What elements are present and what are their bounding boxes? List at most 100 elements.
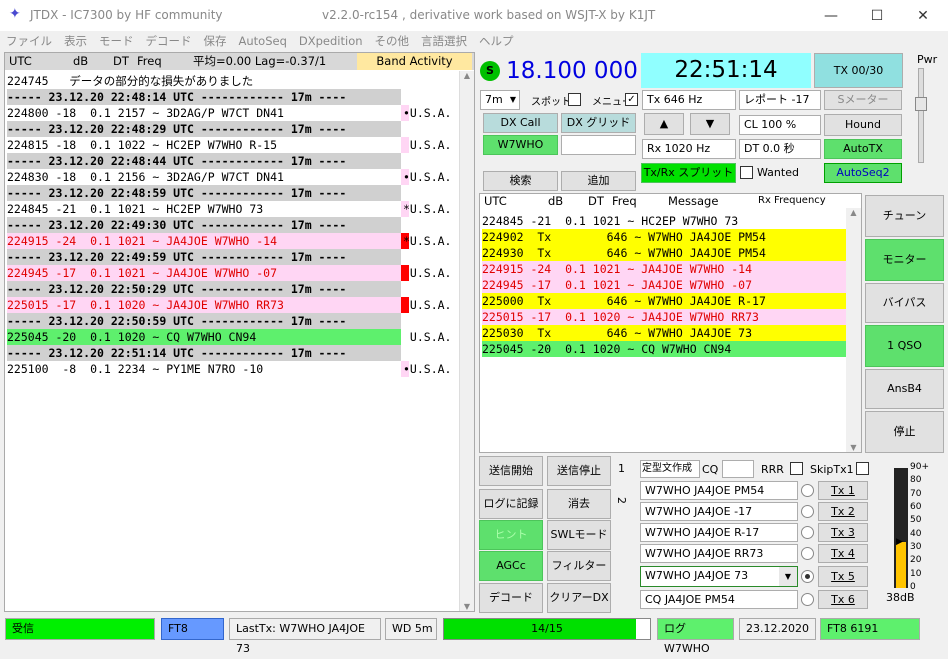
one-qso-button[interactable]: 1 QSO (865, 325, 944, 367)
decode-row[interactable]: 224830 -18 0.1 2156 ~ 3D2AG/P W7CT DN41 •… (7, 169, 459, 185)
menu-mode[interactable]: モード (93, 31, 140, 49)
split-button[interactable]: Tx/Rx スプリット (641, 163, 736, 183)
dxgrid-field[interactable] (561, 135, 636, 155)
clear-dx-button[interactable]: クリアーDX (547, 583, 611, 613)
tx4-button[interactable]: Tx 4 (818, 544, 868, 563)
tx6-radio[interactable] (801, 593, 814, 606)
dt-spinbox[interactable]: DT 0.0 秒 (739, 139, 821, 159)
tx5-button[interactable]: Tx 5 (818, 566, 868, 587)
tx4-message[interactable]: W7WHO JA4JOE RR73 (640, 544, 798, 563)
decode-row[interactable]: 224845 -21 0.1 1021 ~ HC2EP W7WHO 73 *U.S… (7, 201, 459, 217)
erase-button[interactable]: 消去 (547, 489, 611, 519)
power-slider[interactable] (915, 68, 927, 163)
tx1-button[interactable]: Tx 1 (818, 481, 868, 500)
tx1-radio[interactable] (801, 484, 814, 497)
scroll-down-icon[interactable]: ▼ (846, 443, 861, 452)
cl-spinbox[interactable]: CL 100 % (739, 115, 821, 135)
menu-other[interactable]: その他 (369, 31, 416, 49)
tx6-message[interactable]: CQ JA4JOE PM54 (640, 590, 798, 609)
decode-button[interactable]: デコード (479, 583, 543, 613)
decode-row[interactable]: 224915 -24 0.1 1021 ~ JA4JOE W7WHO -14 *U… (7, 233, 451, 249)
rx-row[interactable]: 224902 Tx 646 ~ W7WHO JA4JOE PM54 (482, 229, 846, 245)
tx-period-button[interactable]: TX 00/30 (814, 53, 903, 88)
decode-row[interactable]: 225045 -20 0.1 1020 ~ CQ W7WHO CN94 U.S.… (7, 329, 451, 345)
chevron-down-icon[interactable]: ▼ (779, 567, 797, 586)
menu-decode[interactable]: デコード (140, 31, 198, 49)
tx2-button[interactable]: Tx 2 (818, 502, 868, 521)
rx-row[interactable]: 225015 -17 0.1 1020 ~ JA4JOE W7WHO RR73 (482, 309, 846, 325)
bypass-button[interactable]: バイパス (865, 283, 944, 323)
ansb4-button[interactable]: AnsB4 (865, 369, 944, 409)
tx-tab-1[interactable]: 1 (618, 462, 625, 475)
monitor-button[interactable]: モニター (865, 239, 944, 281)
menu-checkbox[interactable]: ✓ (625, 93, 638, 106)
decode-row[interactable]: 225015 -17 0.1 1020 ~ JA4JOE W7WHO RR73 … (7, 297, 451, 313)
tx2-message[interactable]: W7WHO JA4JOE -17 (640, 502, 798, 521)
halt-tx-button[interactable]: 送信停止 (547, 456, 611, 486)
smeter-button[interactable]: Sメーター (824, 90, 902, 110)
tx-tab-2[interactable]: 2 (615, 497, 628, 504)
autotx-button[interactable]: AutoTX (824, 139, 902, 159)
band-select[interactable]: 7m ▼ (480, 90, 520, 110)
maximize-button[interactable]: ☐ (854, 4, 900, 28)
menu-file[interactable]: ファイル (0, 31, 58, 49)
dxcall-field[interactable]: W7WHO (483, 135, 558, 155)
rx-message-list[interactable]: 224845 -21 0.1 1021 ~ HC2EP W7WHO 73 2249… (482, 213, 846, 357)
search-button[interactable]: 検索 (483, 171, 558, 191)
tx3-button[interactable]: Tx 3 (818, 523, 868, 542)
band-activity-list[interactable]: 224745 データの部分的な損失がありました ----- 23.12.20 22… (7, 73, 459, 377)
decode-row[interactable]: 224800 -18 0.1 2157 ~ 3D2AG/P W7CT DN41 •… (7, 105, 459, 121)
tx1-message[interactable]: W7WHO JA4JOE PM54 (640, 481, 798, 500)
tx5-message[interactable]: W7WHO JA4JOE 73 ▼ (640, 566, 798, 587)
rx-frequency-spinbox[interactable]: Rx 1020 Hz (642, 139, 736, 159)
log-qso-button[interactable]: ログに記録 (479, 489, 543, 519)
rx-scrollbar[interactable]: ▲ ▼ (846, 208, 861, 452)
wanted-checkbox[interactable] (740, 166, 753, 179)
decode-row[interactable]: 224815 -18 0.1 1022 ~ HC2EP W7WHO R-15 U… (7, 137, 459, 153)
menu-view[interactable]: 表示 (58, 31, 93, 49)
rx-row[interactable]: 224845 -21 0.1 1021 ~ HC2EP W7WHO 73 (482, 213, 846, 229)
hound-button[interactable]: Hound (824, 114, 902, 136)
close-button[interactable]: ✕ (900, 4, 946, 28)
menu-autoseq[interactable]: AutoSeq (233, 32, 293, 48)
tx-frequency-spinbox[interactable]: Tx 646 Hz (642, 90, 736, 110)
minimize-button[interactable]: — (808, 4, 854, 28)
tune-button[interactable]: チューン (865, 195, 944, 237)
power-slider-handle[interactable] (915, 97, 927, 111)
rx-row[interactable]: 225000 Tx 646 ~ W7WHO JA4JOE R-17 (482, 293, 846, 309)
rx-row[interactable]: 224930 Tx 646 ~ W7WHO JA4JOE PM54 (482, 245, 846, 261)
tx3-message[interactable]: W7WHO JA4JOE R-17 (640, 523, 798, 542)
skiptx1-checkbox[interactable] (856, 462, 869, 475)
tx-down-button[interactable]: ▼ (690, 113, 730, 135)
scroll-down-icon[interactable]: ▼ (460, 602, 474, 611)
tx6-button[interactable]: Tx 6 (818, 590, 868, 609)
tx-up-button[interactable]: ▲ (644, 113, 684, 135)
agcc-button[interactable]: AGCc (479, 551, 543, 581)
decode-row[interactable]: 225100 -8 0.1 2234 ~ PY1ME N7RO -10 •U.S.… (7, 361, 459, 377)
menu-dxpedition[interactable]: DXpedition (293, 32, 369, 48)
enable-tx-button[interactable]: 送信開始 (479, 456, 543, 486)
hint-button[interactable]: ヒント (479, 520, 543, 550)
rx-row[interactable]: 225045 -20 0.1 1020 ~ CQ W7WHO CN94 (482, 341, 846, 357)
rx-row[interactable]: 224915 -24 0.1 1021 ~ JA4JOE W7WHO -14 (482, 261, 846, 277)
rx-row[interactable]: 224945 -17 0.1 1021 ~ JA4JOE W7WHO -07 (482, 277, 846, 293)
tx4-radio[interactable] (801, 547, 814, 560)
stop-button[interactable]: 停止 (865, 411, 944, 453)
swl-mode-button[interactable]: SWLモード (547, 520, 611, 550)
scroll-up-icon[interactable]: ▲ (460, 71, 474, 80)
scroll-up-icon[interactable]: ▲ (846, 208, 861, 217)
report-spinbox[interactable]: レポート -17 (739, 90, 821, 110)
autoseq-button[interactable]: AutoSeq2 (824, 163, 902, 183)
menu-language[interactable]: 言語選択 (415, 31, 473, 49)
template-button[interactable]: 定型文作成 (640, 460, 700, 478)
filter-button[interactable]: フィルター (547, 551, 611, 581)
cq-field[interactable] (722, 460, 754, 478)
rrr-checkbox[interactable] (790, 462, 803, 475)
add-button[interactable]: 追加 (561, 171, 636, 191)
tx5-radio[interactable] (801, 570, 814, 583)
spot-checkbox[interactable] (568, 93, 581, 106)
rx-row[interactable]: 225030 Tx 646 ~ W7WHO JA4JOE 73 (482, 325, 846, 341)
band-scrollbar[interactable]: ▲ ▼ (459, 71, 474, 611)
tx3-radio[interactable] (801, 526, 814, 539)
decode-row[interactable]: 224945 -17 0.1 1021 ~ JA4JOE W7WHO -07 U… (7, 265, 451, 281)
